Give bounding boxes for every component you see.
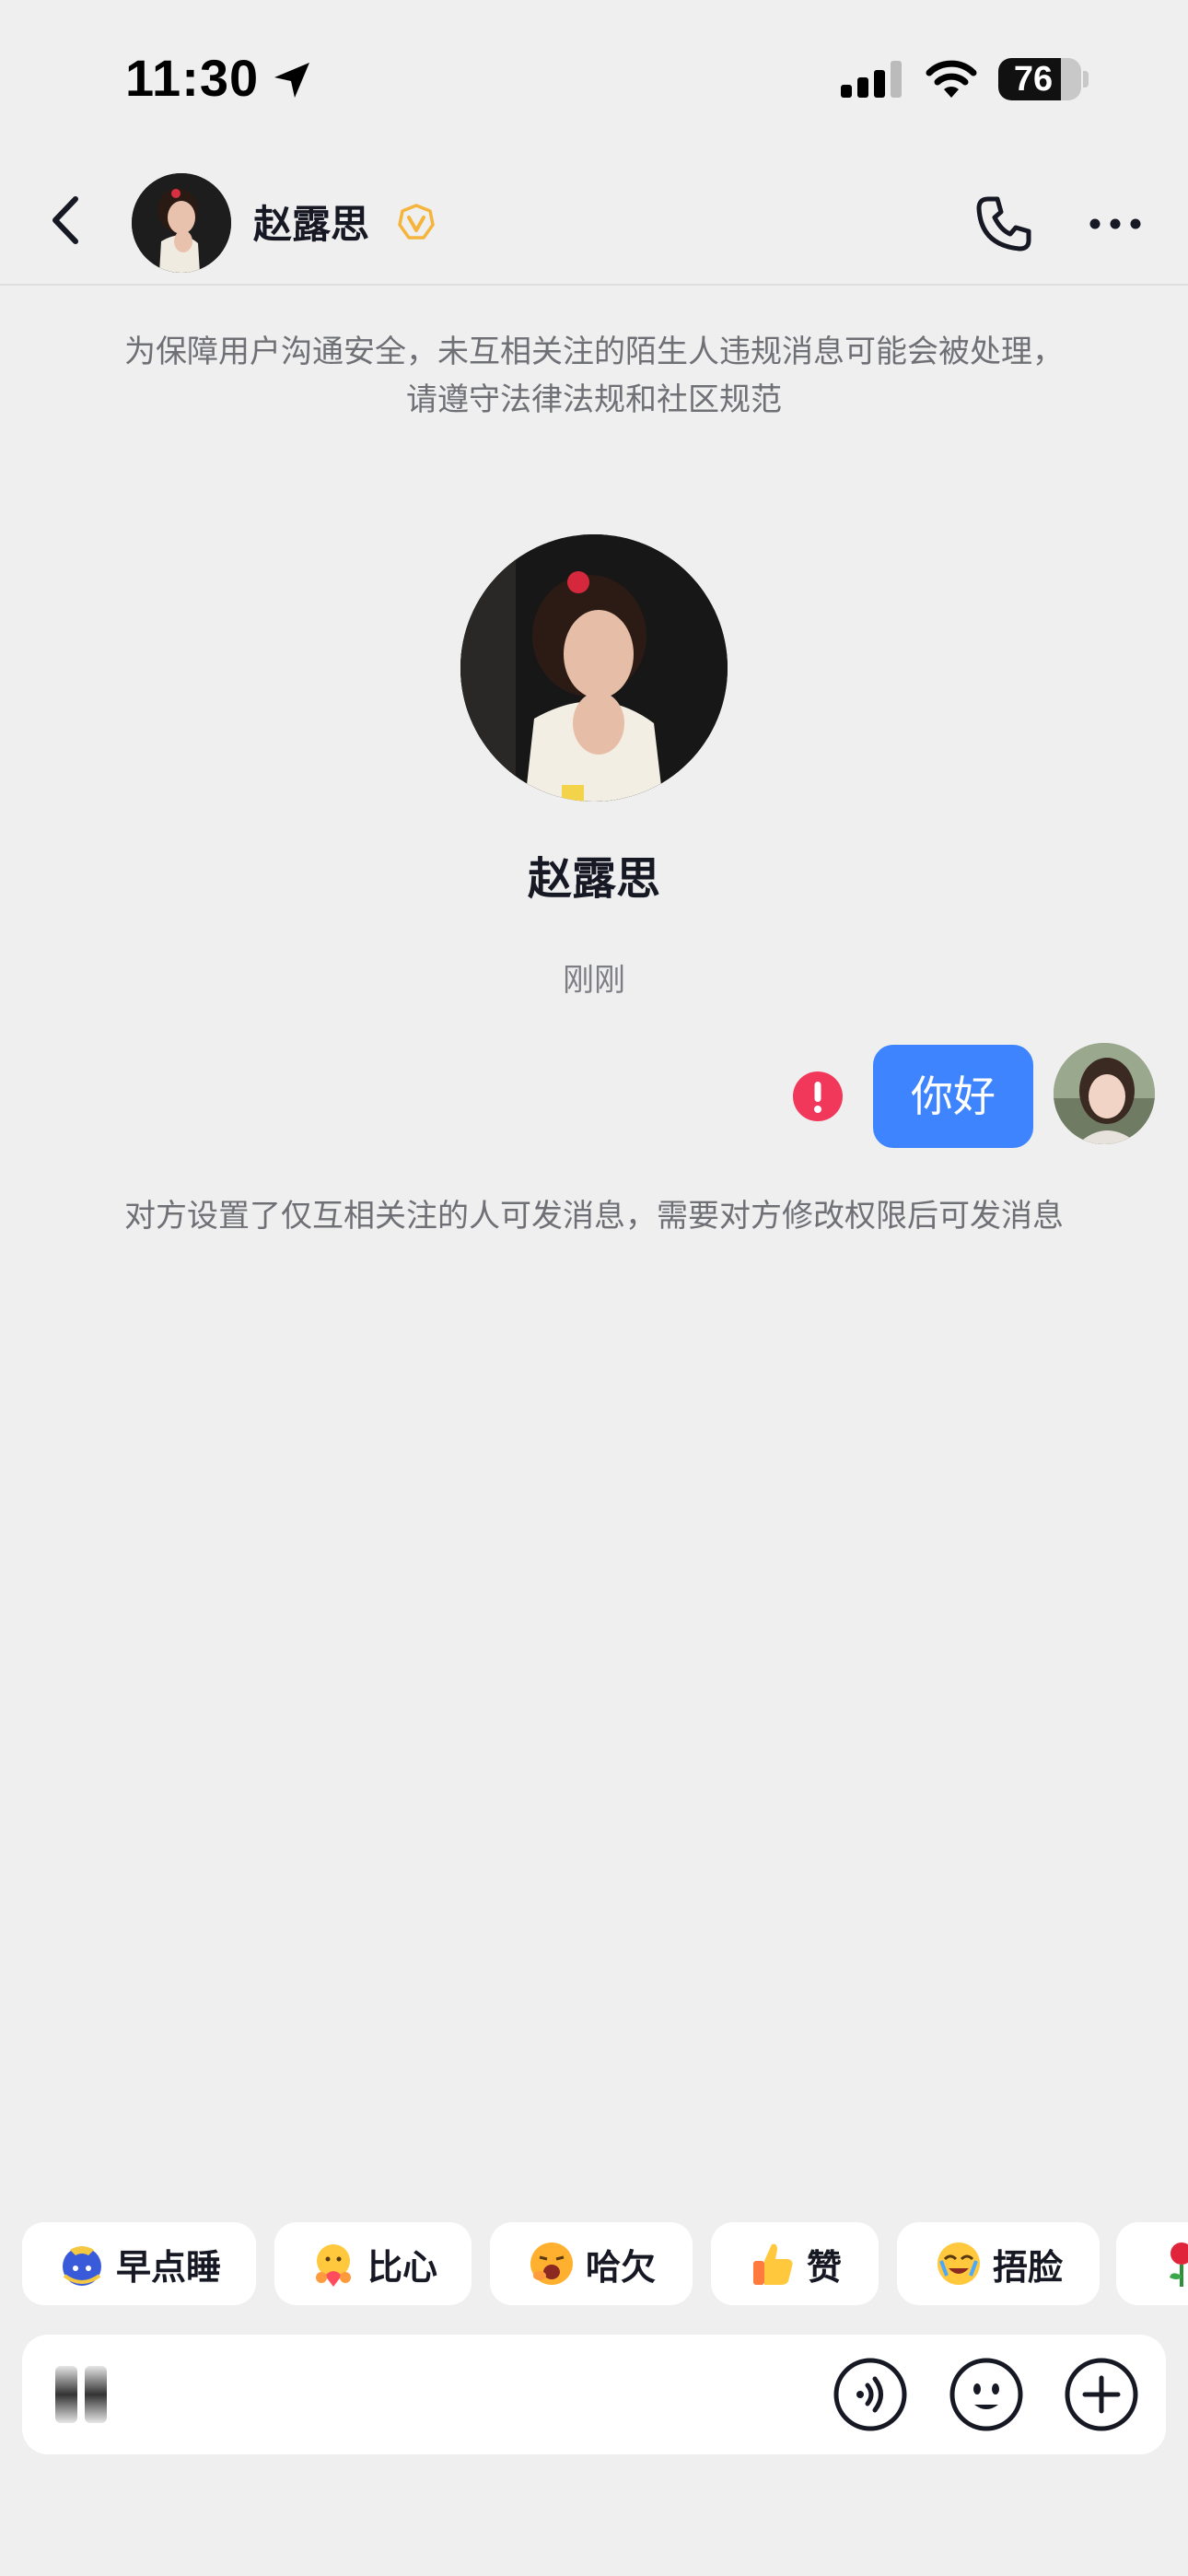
quick-reply-chip[interactable]: 哈欠: [490, 2222, 693, 2305]
signal-icon: [841, 61, 902, 98]
plus-button[interactable]: [1064, 2357, 1139, 2432]
quick-reply-label: 赞: [806, 2246, 842, 2288]
status-time: 11:30: [125, 49, 260, 107]
send-failed-icon[interactable]: [792, 1071, 844, 1122]
self-photo: [1054, 1043, 1155, 1144]
self-avatar[interactable]: [1054, 1043, 1155, 1144]
profile-photo: [460, 534, 728, 802]
moon-sleep-emoji: [62, 2246, 101, 2286]
quick-reply-chip[interactable]: 捂脸: [897, 2222, 1100, 2305]
quick-reply-bar: 早点睡 比心 哈欠 赞 捂脸: [0, 2222, 1188, 2307]
avatar-photo: [132, 173, 231, 273]
voice-input-button[interactable]: [833, 2357, 908, 2432]
cover-face-emoji: [937, 2242, 980, 2285]
battery-icon: 76: [998, 58, 1081, 100]
more-options-button[interactable]: [1083, 192, 1147, 256]
quick-reply-chip[interactable]: 早点睡: [22, 2222, 256, 2305]
restriction-notice: 对方设置了仅互相关注的人可发消息，需要对方修改权限后可发消息: [124, 1198, 1064, 1235]
quick-reply-label: 早点睡: [115, 2246, 221, 2288]
profile-avatar[interactable]: [460, 534, 728, 802]
verified-icon: [398, 204, 435, 240]
quick-reply-label: 比心: [367, 2246, 437, 2288]
quick-reply-chip[interactable]: 比心: [274, 2222, 472, 2305]
back-button[interactable]: [35, 188, 99, 252]
contact-avatar[interactable]: [132, 173, 231, 273]
quick-reply-chip[interactable]: 赞: [711, 2222, 879, 2305]
thumbs-up-emoji: [752, 2243, 793, 2285]
emoji-button[interactable]: [949, 2357, 1024, 2432]
quick-reply-chip[interactable]: [1116, 2222, 1188, 2305]
message-input-bar: [22, 2335, 1166, 2454]
status-bar: 11:30 76: [0, 0, 1188, 157]
message-bubble[interactable]: 你好: [873, 1045, 1033, 1148]
quick-reply-label: 哈欠: [585, 2246, 656, 2288]
battery-percent: 76: [1013, 60, 1054, 99]
contact-name[interactable]: 赵露思: [253, 193, 369, 250]
quick-reply-label: 捂脸: [992, 2246, 1063, 2288]
profile-name: 赵露思: [527, 853, 660, 905]
heart-hands-emoji: [315, 2244, 351, 2287]
chat-screen: 11:30 76 赵露思 为保障用户沟通安全，未互相关注的陌生人违规消息可能会被…: [0, 0, 1188, 2576]
safety-notice: 为保障用户沟通安全，未互相关注的陌生人违规消息可能会被处理，请遵守法律法规和社区…: [124, 334, 1064, 418]
battery-tip: [1083, 71, 1089, 88]
wifi-icon: [926, 60, 977, 98]
phone-call-button[interactable]: [972, 192, 1036, 256]
location-arrow-icon: [274, 63, 309, 98]
waveform-icon: [55, 2366, 107, 2423]
message-timestamp: 刚刚: [563, 962, 625, 999]
rose-emoji: [1170, 2242, 1188, 2287]
yawn-emoji: [530, 2242, 573, 2285]
message-input[interactable]: [46, 2357, 805, 2436]
chat-header: 赵露思: [0, 157, 1188, 286]
